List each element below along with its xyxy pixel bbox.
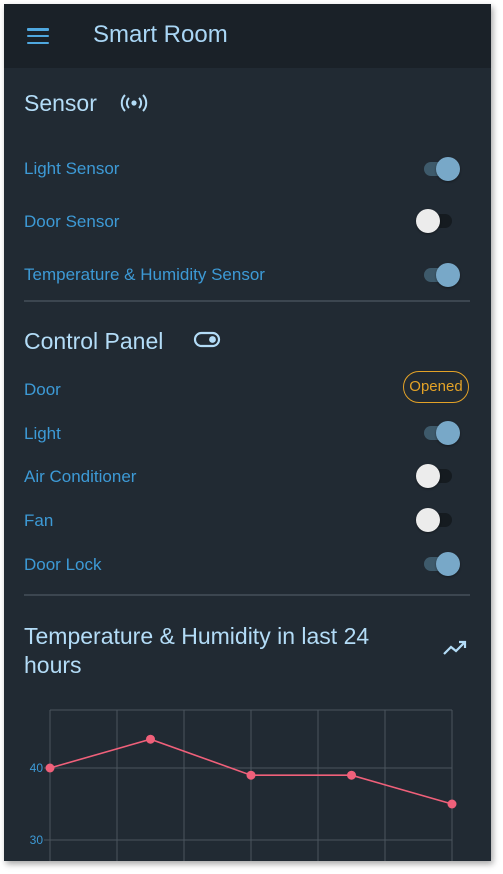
y-tick-label: 30 [30, 833, 44, 847]
door-sensor-toggle[interactable] [416, 207, 456, 235]
control-label-light: Light [24, 424, 61, 443]
control-label-door: Door [24, 380, 61, 399]
data-point [146, 734, 155, 744]
temp-humidity-sensor-toggle[interactable] [420, 261, 460, 289]
control-panel-title: Control Panel [24, 328, 164, 354]
app-title: Smart Room [93, 21, 228, 48]
data-point [347, 770, 356, 780]
data-point [447, 799, 457, 809]
chart-title-line1: Temperature & Humidity in last 24 [24, 623, 370, 649]
chart-title: Temperature & Humidity in last 24 hours [24, 622, 369, 680]
chart-title-line2: hours [24, 652, 82, 678]
control-label-air-conditioner: Air Conditioner [24, 467, 137, 486]
sensor-label-door: Door Sensor [24, 212, 120, 231]
app-bar: Smart Room [4, 4, 491, 68]
divider [24, 300, 470, 302]
sensor-label-light: Light Sensor [24, 159, 120, 178]
sensor-label-temp-humidity: Temperature & Humidity Sensor [24, 265, 265, 284]
door-status-badge: Opened [403, 371, 469, 403]
door-lock-toggle[interactable] [420, 550, 460, 578]
menu-icon[interactable] [27, 28, 49, 45]
data-point [45, 763, 55, 773]
divider [24, 594, 470, 596]
trending-icon [443, 640, 467, 655]
app-screen: Smart Room Sensor Light Sensor Door Sens… [4, 4, 491, 861]
y-tick-label: 40 [30, 761, 44, 775]
light-toggle[interactable] [420, 419, 460, 447]
fan-toggle[interactable] [416, 506, 456, 534]
light-sensor-toggle[interactable] [420, 155, 460, 183]
temperature-humidity-chart: 40 30 [30, 709, 457, 861]
broadcast-icon [120, 94, 148, 112]
control-label-fan: Fan [24, 511, 54, 530]
toggle-icon [193, 331, 221, 348]
data-point [246, 770, 256, 780]
sensor-title: Sensor [24, 90, 97, 116]
control-label-door-lock: Door Lock [24, 555, 102, 574]
air-conditioner-toggle[interactable] [416, 462, 456, 490]
